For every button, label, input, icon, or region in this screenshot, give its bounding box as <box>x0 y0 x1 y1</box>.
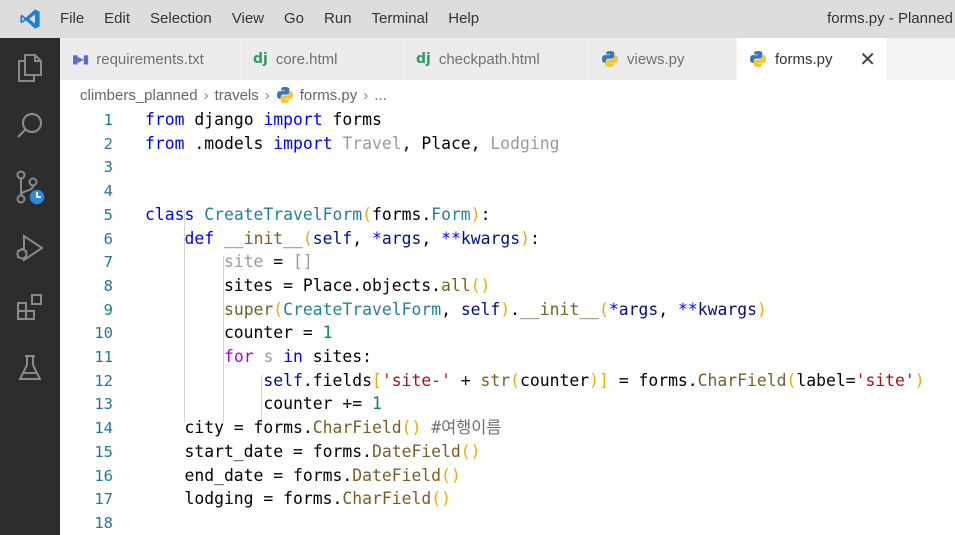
close-icon[interactable]: ✕ <box>859 38 876 80</box>
extensions-icon[interactable] <box>0 284 60 332</box>
code-line[interactable]: 16 end_date = forms.DateField() <box>60 464 955 488</box>
line-number: 4 <box>103 182 113 201</box>
source-control-icon[interactable] <box>0 164 60 212</box>
code-line[interactable]: 4 <box>60 179 955 203</box>
code-text: def __init__(self, *args, **kwargs): <box>184 228 540 248</box>
python-icon <box>750 51 766 67</box>
chevron-right-icon: › <box>203 86 209 104</box>
code-line[interactable]: 13 counter += 1 <box>60 392 955 416</box>
line-number: 2 <box>103 134 113 153</box>
code-text: city = forms.CharField() #여행이름 <box>145 418 502 438</box>
code-line[interactable]: 17 lodging = forms.CharField() <box>60 487 955 511</box>
code-line[interactable]: 10 counter = 1 <box>60 321 955 345</box>
code-text: counter = 1 <box>145 323 333 343</box>
menu-help[interactable]: Help <box>438 0 489 38</box>
code-line[interactable]: 14 city = forms.CharField() #여행이름 <box>60 416 955 440</box>
code-editor[interactable]: 1 from django import forms 2 from .models i… <box>60 108 955 535</box>
line-number: 11 <box>94 348 113 366</box>
menu-file[interactable]: File <box>60 0 94 38</box>
run-debug-icon[interactable] <box>0 224 60 272</box>
code-line[interactable]: 5 class CreateTravelForm(forms.Form): <box>60 203 955 227</box>
django-icon: dj <box>416 51 431 67</box>
code-line[interactable]: 9 super(CreateTravelForm, self).__init__… <box>60 298 955 322</box>
breadcrumb-item[interactable]: forms.py <box>300 87 358 104</box>
code-line[interactable]: 2 from .models import Travel, Place, Lodg… <box>60 132 955 156</box>
line-number: 7 <box>103 253 113 272</box>
line-number: 6 <box>103 229 113 248</box>
code-text: site = [] <box>223 252 313 272</box>
menu-edit[interactable]: Edit <box>94 0 140 38</box>
line-number: 10 <box>94 324 113 343</box>
menu-run[interactable]: Run <box>314 0 362 38</box>
breadcrumb-item[interactable]: climbers_planned <box>80 87 198 104</box>
python-icon <box>602 51 618 67</box>
chevron-right-icon: › <box>264 86 270 104</box>
tab-label: forms.py <box>775 50 833 68</box>
line-number: 5 <box>103 205 113 224</box>
chevron-right-icon: › <box>363 86 369 104</box>
tab-label: core.html <box>275 50 338 68</box>
activity-bar <box>0 38 60 535</box>
tab-core-html[interactable]: dj core.html <box>241 38 404 80</box>
code-line[interactable]: 7 site = [] <box>60 250 955 274</box>
tab-forms-py[interactable]: forms.py ✕ <box>737 38 887 80</box>
line-number: 3 <box>103 158 113 177</box>
tab-label: views.py <box>627 50 685 68</box>
menu-view[interactable]: View <box>222 0 274 38</box>
breadcrumb-item[interactable]: travels <box>215 87 259 104</box>
tab-views-py[interactable]: views.py <box>589 38 737 80</box>
line-number: 15 <box>94 442 113 461</box>
line-number: 9 <box>103 300 113 319</box>
menu-bar: File Edit Selection View Go Run Terminal… <box>60 0 489 38</box>
code-line[interactable]: 11 for s in sites: <box>60 345 955 369</box>
vscode-logo-icon[interactable] <box>0 0 60 38</box>
title-bar: File Edit Selection View Go Run Terminal… <box>0 0 955 38</box>
code-line[interactable]: 6 def __init__(self, *args, **kwargs): <box>60 227 955 251</box>
menu-terminal[interactable]: Terminal <box>362 0 439 38</box>
code-line[interactable]: 8 sites = Place.objects.all() <box>60 274 955 298</box>
code-line[interactable]: 12 self.fields['site-' + str(counter)] =… <box>60 369 955 393</box>
line-number: 13 <box>94 395 113 414</box>
code-line[interactable]: 18 <box>60 511 955 535</box>
tab-requirements[interactable]: ▮▸▮ requirements.txt <box>60 38 241 80</box>
code-text: from django import forms <box>145 110 382 129</box>
requirements-icon: ▮▸▮ <box>72 52 89 66</box>
line-number: 17 <box>94 490 113 509</box>
tab-label: checkpath.html <box>438 50 540 68</box>
line-number: 12 <box>94 371 113 390</box>
menu-go[interactable]: Go <box>274 0 314 38</box>
python-icon <box>276 87 293 103</box>
code-text: from .models import Travel, Place, Lodgi… <box>145 133 560 153</box>
code-text: class CreateTravelForm(forms.Form): <box>145 204 491 224</box>
line-number: 14 <box>94 419 113 438</box>
line-number: 18 <box>94 513 113 532</box>
code-text: for s in sites: <box>223 347 373 366</box>
tab-label: requirements.txt <box>96 50 204 68</box>
line-number: 16 <box>94 466 113 485</box>
breadcrumb-item[interactable]: ... <box>374 87 387 104</box>
code-text: self.fields['site-' + str(counter)] = fo… <box>263 370 925 390</box>
code-text: end_date = forms.DateField() <box>145 465 461 485</box>
code-line[interactable]: 3 <box>60 155 955 179</box>
tab-checkpath-html[interactable]: dj checkpath.html <box>404 38 589 80</box>
line-number: 8 <box>103 276 113 295</box>
search-icon[interactable] <box>0 102 60 150</box>
explorer-icon[interactable] <box>0 44 60 92</box>
code-line[interactable]: 15 start_date = forms.DateField() <box>60 440 955 464</box>
code-text: sites = Place.objects.all() <box>145 275 491 295</box>
django-icon: dj <box>253 51 268 67</box>
code-line[interactable]: 1 from django import forms <box>60 108 955 132</box>
code-text: lodging = forms.CharField() <box>145 489 451 509</box>
testing-icon[interactable] <box>0 344 60 392</box>
code-text: super(CreateTravelForm, self).__init__(*… <box>223 299 767 319</box>
line-number: 1 <box>103 111 113 129</box>
tab-bar: ▮▸▮ requirements.txt dj core.html dj che… <box>60 38 955 80</box>
code-text: start_date = forms.DateField() <box>145 441 481 461</box>
window-title: forms.py - Planned <box>827 10 953 27</box>
menu-selection[interactable]: Selection <box>140 0 222 38</box>
code-text: counter += 1 <box>145 394 382 414</box>
breadcrumb: climbers_planned › travels › forms.py › … <box>80 82 387 108</box>
